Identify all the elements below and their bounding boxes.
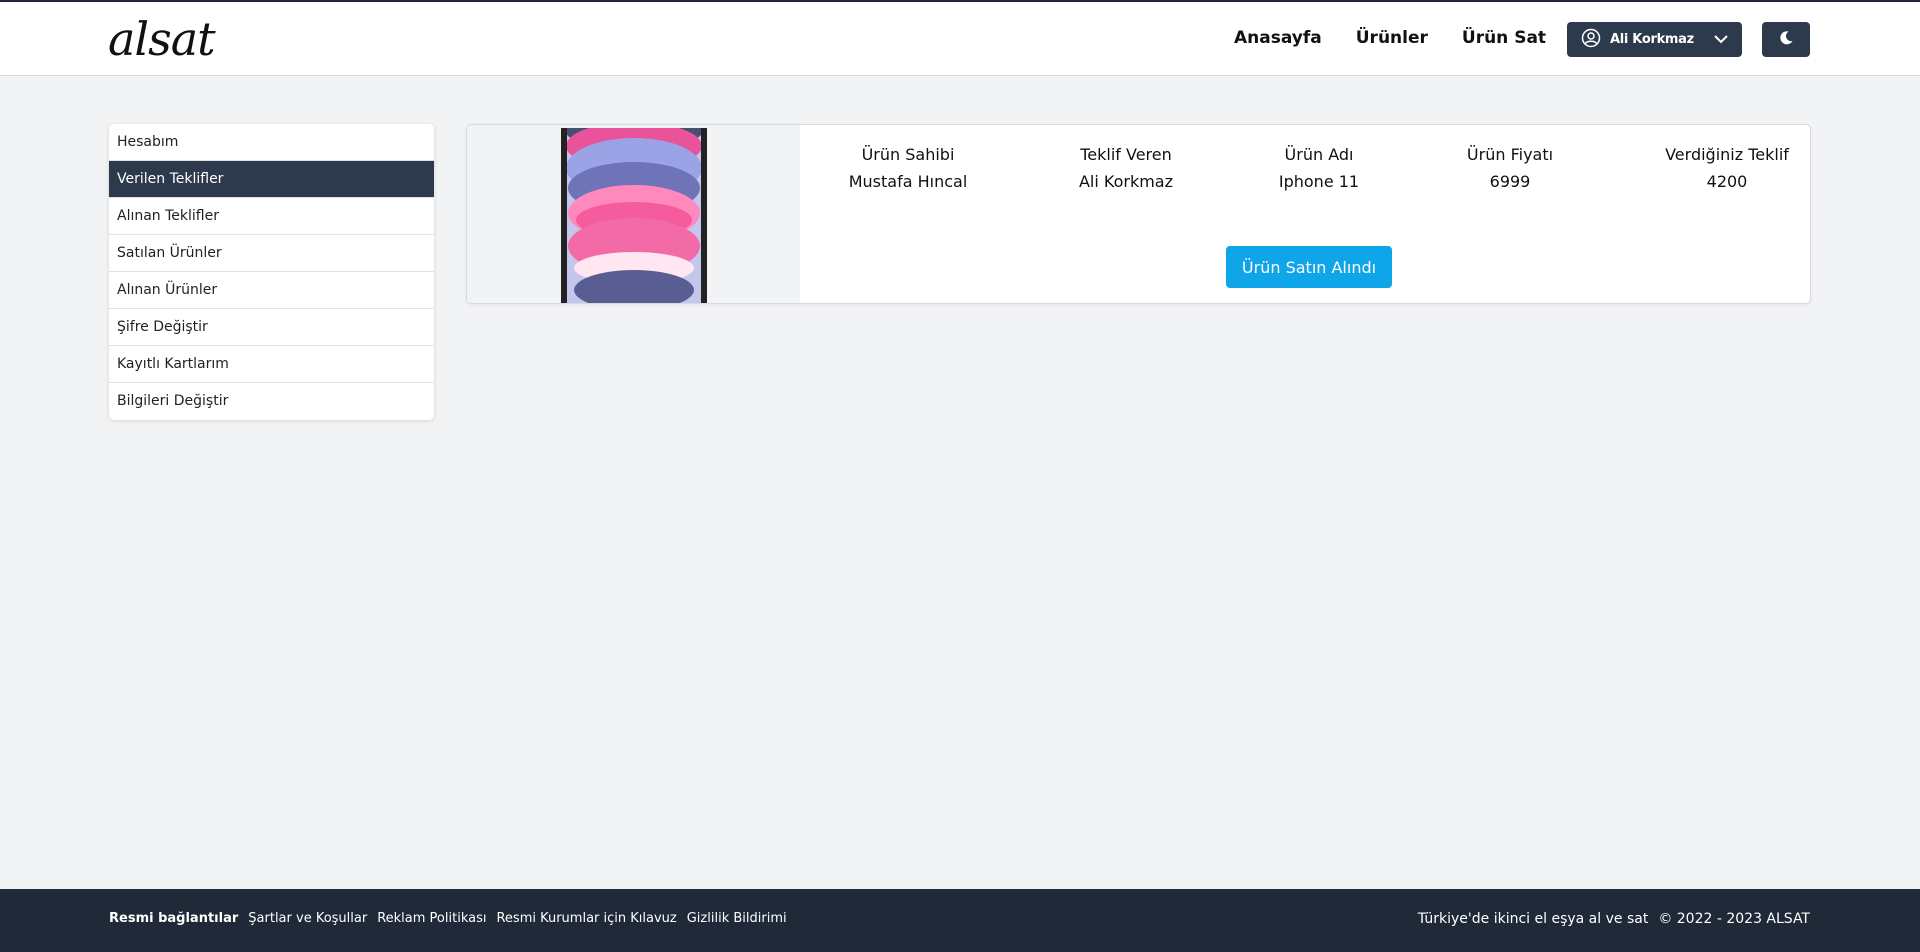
product-image-area bbox=[467, 125, 800, 303]
user-menu-button[interactable]: Ali Korkmaz bbox=[1567, 22, 1742, 57]
owner-value: Mustafa Hıncal bbox=[848, 172, 968, 191]
footer-tagline: Türkiye'de ikinci el eşya al ve sat bbox=[1417, 911, 1649, 927]
product-image bbox=[561, 128, 707, 303]
footer-link-terms[interactable]: Şartlar ve Koşullar bbox=[248, 911, 367, 926]
nav-sell-link[interactable]: Ürün Sat bbox=[1462, 28, 1546, 48]
price-value: 6999 bbox=[1489, 172, 1531, 191]
sidebar-item-bought-products[interactable]: Alınan Ürünler bbox=[109, 272, 434, 309]
your-offer-column: Verdiğiniz Teklif 4200 bbox=[1627, 145, 1810, 191]
site-logo[interactable]: alsat bbox=[108, 12, 216, 66]
chevron-down-icon bbox=[1714, 35, 1728, 44]
footer-links: Resmi bağlantılar Şartlar ve Koşullar Re… bbox=[109, 911, 787, 926]
sidebar-item-change-info[interactable]: Bilgileri Değiştir bbox=[109, 383, 434, 420]
sidebar-item-sold-products[interactable]: Satılan Ürünler bbox=[109, 235, 434, 272]
offer-card: Ürün Sahibi Mustafa Hıncal Teklif Veren … bbox=[466, 124, 1811, 304]
sidebar-item-change-password[interactable]: Şifre Değiştir bbox=[109, 309, 434, 346]
column-header-product-name: Ürün Adı bbox=[1284, 145, 1354, 164]
product-purchased-button[interactable]: Ürün Satın Alındı bbox=[1226, 246, 1392, 288]
bidder-column: Teklif Veren Ali Korkmaz bbox=[1026, 145, 1226, 191]
product-name-column: Ürün Adı Iphone 11 bbox=[1219, 145, 1419, 191]
column-header-your-offer: Verdiğiniz Teklif bbox=[1665, 145, 1789, 164]
main-nav: Anasayfa Ürünler Ürün Sat bbox=[1234, 28, 1546, 48]
theme-toggle-button[interactable] bbox=[1762, 22, 1810, 57]
owner-column: Ürün Sahibi Mustafa Hıncal bbox=[808, 145, 1008, 191]
offer-details: Ürün Sahibi Mustafa Hıncal Teklif Veren … bbox=[800, 125, 1810, 303]
nav-products-link[interactable]: Ürünler bbox=[1356, 28, 1428, 48]
footer-link-ad-policy[interactable]: Reklam Politikası bbox=[377, 911, 486, 926]
footer-copyright: © 2022 - 2023 ALSAT bbox=[1658, 911, 1810, 927]
user-name: Ali Korkmaz bbox=[1610, 32, 1694, 47]
column-header-owner: Ürün Sahibi bbox=[861, 145, 955, 164]
footer-right: Türkiye'de ikinci el eşya al ve sat © 20… bbox=[1418, 911, 1810, 927]
sidebar-item-given-offers[interactable]: Verilen Teklifler bbox=[109, 161, 434, 198]
sidebar-item-saved-cards[interactable]: Kayıtlı Kartlarım bbox=[109, 346, 434, 383]
user-circle-icon bbox=[1581, 28, 1601, 52]
product-name-value: Iphone 11 bbox=[1278, 172, 1360, 191]
sidebar-item-account[interactable]: Hesabım bbox=[109, 124, 434, 161]
moon-icon bbox=[1778, 30, 1794, 50]
bidder-value: Ali Korkmaz bbox=[1078, 172, 1174, 191]
price-column: Ürün Fiyatı 6999 bbox=[1410, 145, 1610, 191]
column-header-price: Ürün Fiyatı bbox=[1466, 145, 1554, 164]
column-header-bidder: Teklif Veren bbox=[1080, 145, 1172, 164]
footer-link-privacy[interactable]: Gizlilik Bildirimi bbox=[687, 911, 787, 926]
footer-link-guide[interactable]: Resmi Kurumlar için Kılavuz bbox=[496, 911, 676, 926]
top-navbar: alsat Anasayfa Ürünler Ürün Sat Ali Kork… bbox=[0, 0, 1920, 76]
account-sidebar: Hesabım Verilen Teklifler Alınan Teklifl… bbox=[109, 124, 434, 420]
nav-home-link[interactable]: Anasayfa bbox=[1234, 28, 1322, 48]
your-offer-value: 4200 bbox=[1706, 172, 1748, 191]
footer-title: Resmi bağlantılar bbox=[109, 911, 239, 926]
site-footer: Resmi bağlantılar Şartlar ve Koşullar Re… bbox=[0, 889, 1920, 952]
sidebar-item-received-offers[interactable]: Alınan Teklifler bbox=[109, 198, 434, 235]
